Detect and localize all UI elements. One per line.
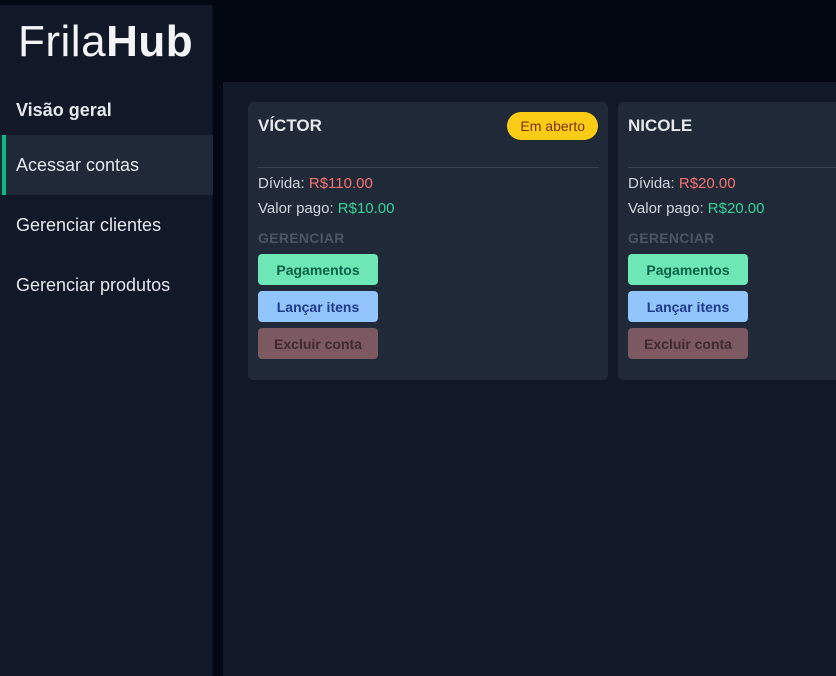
add-items-button[interactable]: Lançar itens — [258, 291, 378, 322]
sidebar-item-clients[interactable]: Gerenciar clientes — [0, 195, 213, 255]
payments-button[interactable]: Pagamentos — [628, 254, 748, 285]
delete-account-button[interactable]: Excluir conta — [258, 328, 378, 359]
logo-text-bold: Hub — [106, 17, 194, 66]
delete-account-button[interactable]: Excluir conta — [628, 328, 748, 359]
status-badge: Em aberto — [507, 112, 598, 140]
manage-section-label: GERENCIAR — [628, 230, 715, 246]
debt-value: R$110.00 — [308, 175, 373, 192]
sidebar-item-accounts[interactable]: Acessar contas — [0, 135, 213, 195]
sidebar: FrilaHub Visão geral Acessar contas Gere… — [0, 5, 213, 676]
sidebar-item-label: Acessar contas — [16, 154, 140, 175]
paid-label: Valor pago: — [258, 200, 334, 217]
account-name: NICOLE — [628, 116, 693, 135]
sidebar-item-label: Gerenciar produtos — [16, 274, 171, 295]
account-card: NICOLE Dívida: R$20.00 Valor pago: R$20.… — [618, 102, 836, 380]
paid-label: Valor pago: — [628, 200, 704, 217]
account-card: VÍCTOR Em aberto Dívida: R$110.00 Valor … — [248, 102, 608, 380]
logo-text-light: Frila — [18, 17, 107, 66]
debt-value: R$20.00 — [678, 175, 736, 192]
sidebar-item-label: Gerenciar clientes — [16, 214, 162, 235]
manage-section-label: GERENCIAR — [258, 230, 345, 246]
paid-line: Valor pago: R$20.00 — [628, 200, 765, 217]
paid-value: R$10.00 — [337, 200, 395, 217]
debt-label: Dívida: — [258, 175, 305, 192]
paid-value: R$20.00 — [707, 200, 765, 217]
account-name: VÍCTOR — [258, 116, 322, 135]
sidebar-item-products[interactable]: Gerenciar produtos — [0, 255, 213, 315]
card-divider — [628, 167, 836, 168]
sidebar-title-overview[interactable]: Visão geral — [0, 81, 213, 139]
payments-button[interactable]: Pagamentos — [258, 254, 378, 285]
debt-line: Dívida: R$20.00 — [628, 175, 736, 192]
card-divider — [258, 167, 598, 168]
paid-line: Valor pago: R$10.00 — [258, 200, 395, 217]
app-logo[interactable]: FrilaHub — [18, 19, 193, 65]
debt-line: Dívida: R$110.00 — [258, 175, 373, 192]
debt-label: Dívida: — [628, 175, 675, 192]
add-items-button[interactable]: Lançar itens — [628, 291, 748, 322]
